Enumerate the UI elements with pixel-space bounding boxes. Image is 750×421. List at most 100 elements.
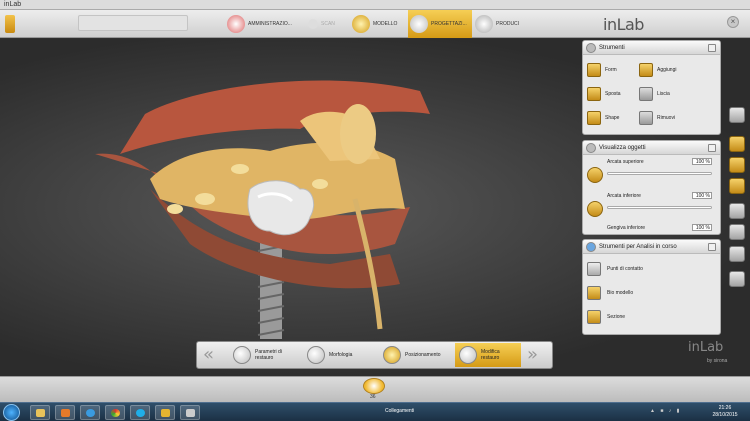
view-objects-panel: Visualizza oggetti Arcata superiore 100 … (582, 140, 721, 235)
opacity-slider[interactable] (607, 172, 712, 175)
taskbar-chrome[interactable] (105, 405, 125, 420)
app-icon (186, 409, 195, 417)
tool-label: Aggiungi (657, 67, 677, 73)
workflow-bar: « Parametri di restauro Morfologia Posiz… (196, 341, 553, 369)
tool-move[interactable]: Sposta (587, 87, 621, 101)
view-objects-header[interactable]: Visualizza oggetti (583, 141, 720, 155)
admin-tooth-icon (227, 15, 245, 33)
panel-title: Strumenti per Analisi in corso (599, 244, 677, 250)
section-icon[interactable] (729, 224, 745, 240)
section-tool-icon (587, 310, 601, 324)
tool-label: Shape (605, 115, 620, 121)
screen-icon[interactable] (729, 178, 745, 194)
analysis-section[interactable]: Sezione (585, 306, 718, 328)
step-label: Posizionamento (405, 352, 441, 358)
minimize-icon[interactable] (708, 144, 716, 152)
tool-remove[interactable]: Rimuovi (639, 111, 675, 125)
produce-icon (475, 15, 493, 33)
start-button[interactable] (3, 404, 20, 421)
chrome-icon (111, 409, 120, 417)
morphology-icon (307, 346, 325, 364)
view-row-upper-arch[interactable]: Arcata superiore 100 % (585, 157, 718, 189)
clock-date: 28/10/2015 (712, 412, 738, 418)
restoration-strip: 36 (0, 376, 750, 402)
taskbar-media[interactable] (55, 405, 75, 420)
step-label: Morfologia (329, 352, 353, 358)
step-label: Parametri di restauro (255, 349, 282, 361)
dental-model-render (95, 80, 430, 339)
phase-administration[interactable]: AMMINISTRAZIO... (225, 10, 305, 38)
analysis-bio-model[interactable]: Bio modello (585, 282, 718, 304)
windows-taskbar: Collegamenti ▲ ■ ♪ ▮ 21:26 28/10/2015 (0, 402, 750, 421)
phase-label: AMMINISTRAZIO... (248, 21, 292, 27)
clock[interactable]: 21:26 28/10/2015 (705, 405, 745, 419)
phase-produce[interactable]: PRODUCI (473, 10, 523, 38)
analysis-panel: Strumenti per Analisi in corso Punti di … (582, 239, 721, 335)
step-edit-restoration[interactable]: Modifica restauro (455, 343, 521, 367)
taskbar-window-title[interactable]: Collegamenti (385, 408, 414, 414)
analysis-label: Punti di contatto (607, 266, 643, 272)
design-tooth-icon (410, 15, 428, 33)
rotate-icon[interactable] (729, 136, 745, 152)
restoration-params-icon (233, 346, 251, 364)
bio-model-icon (587, 286, 601, 300)
incisor (340, 104, 376, 164)
opacity-slider[interactable] (607, 206, 712, 209)
close-icon[interactable]: × (727, 16, 739, 28)
taskbar-app[interactable] (180, 405, 200, 420)
upper-arch-icon (587, 167, 603, 183)
inlab-logo-icon[interactable] (5, 15, 15, 33)
phase-design[interactable]: PROGETTAZI... (408, 10, 472, 38)
tools-panel-header[interactable]: Strumenti (583, 41, 720, 55)
model-icon (352, 15, 370, 33)
minimize-icon[interactable] (708, 243, 716, 251)
tool-label: Liscia (657, 91, 670, 97)
phase-bar: AMMINISTRAZIO... SCAN MODELLO PROGETTAZI… (0, 10, 750, 38)
tool-shape[interactable]: Shape (587, 111, 619, 125)
crown-restoration (247, 180, 315, 236)
system-tray[interactable]: ▲ ■ ♪ ▮ (650, 408, 681, 414)
case-name-field[interactable] (78, 15, 188, 31)
step-restoration-params[interactable]: Parametri di restauro (233, 343, 299, 367)
row-label: Arcata superiore (607, 159, 644, 165)
book-icon[interactable] (729, 271, 745, 287)
analysis-panel-header[interactable]: Strumenti per Analisi in corso (583, 240, 720, 254)
analysis-icon (586, 242, 596, 252)
opacity-value[interactable]: 100 % (692, 224, 712, 231)
view-row-lower-arch[interactable]: Arcata inferiore 100 % (585, 191, 718, 223)
axis-icon[interactable] (729, 246, 745, 262)
minimize-icon[interactable] (708, 44, 716, 52)
step-label: Modifica restauro (481, 349, 500, 361)
form-icon (587, 63, 601, 77)
opacity-value[interactable]: 100 % (692, 158, 712, 165)
analysis-contact-points[interactable]: Punti di contatto (585, 258, 718, 280)
taskbar-ie[interactable] (80, 405, 100, 420)
positioning-icon (383, 346, 401, 364)
sirona-watermark: by sirona (707, 358, 728, 364)
taskbar-skype[interactable] (130, 405, 150, 420)
folder-icon (36, 409, 45, 417)
previous-step-icon[interactable]: « (203, 346, 214, 364)
panel-title: Visualizza oggetti (599, 145, 646, 151)
step-positioning[interactable]: Posizionamento (383, 343, 453, 367)
row-label: Gengiva inferiore (607, 225, 646, 231)
contact-points-icon (587, 262, 601, 276)
restoration-thumbnail[interactable] (363, 378, 385, 394)
view-cube-icon[interactable] (729, 107, 745, 123)
next-step-icon[interactable]: » (527, 346, 538, 364)
view-row-lower-gingiva[interactable]: Gengiva inferiore 100 % (585, 223, 718, 234)
tooth-view-icon[interactable] (729, 203, 745, 219)
step-morphology[interactable]: Morfologia (307, 343, 371, 367)
tool-smooth[interactable]: Liscia (639, 87, 670, 101)
taskbar-inlab[interactable] (155, 405, 175, 420)
paint-icon[interactable] (729, 157, 745, 173)
tools-gear-icon (586, 43, 596, 53)
taskbar-explorer[interactable] (30, 405, 50, 420)
tool-form[interactable]: Form (587, 63, 617, 77)
phase-scan[interactable]: SCAN (306, 10, 348, 38)
tool-add[interactable]: Aggiungi (639, 63, 676, 77)
move-icon (587, 87, 601, 101)
opacity-value[interactable]: 100 % (692, 192, 712, 199)
add-icon (639, 63, 653, 77)
phase-model[interactable]: MODELLO (350, 10, 406, 38)
